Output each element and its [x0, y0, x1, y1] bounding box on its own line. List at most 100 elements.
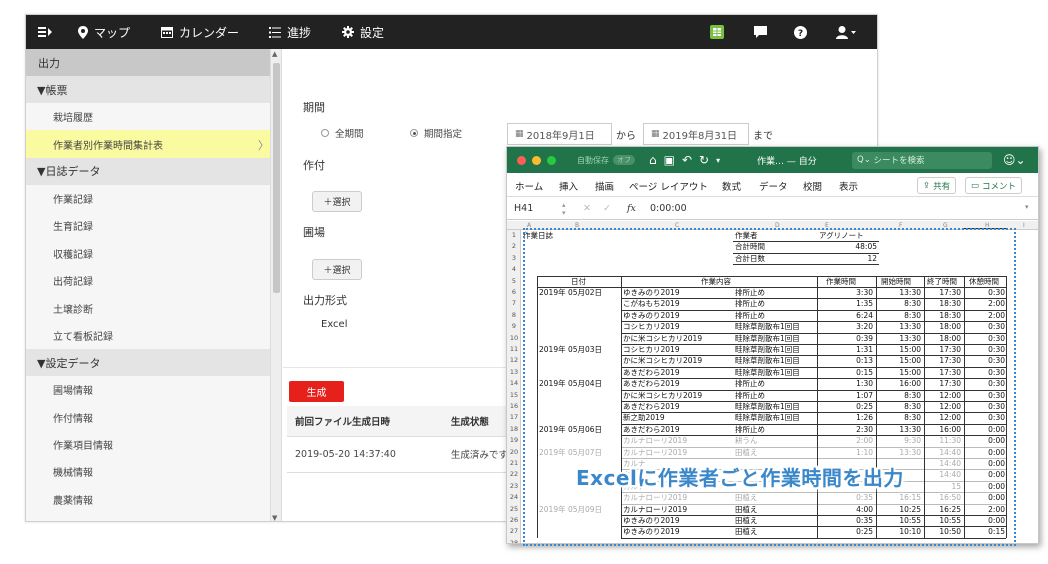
nav-map[interactable]: マップ	[78, 15, 130, 49]
row-number[interactable]: 23	[507, 482, 521, 490]
nav-progress[interactable]: 進捗	[269, 15, 311, 49]
row-number[interactable]: 12	[507, 356, 521, 364]
scrollbar-thumb[interactable]	[273, 63, 280, 293]
row-number[interactable]: 16	[507, 402, 521, 410]
row-number[interactable]: 11	[507, 345, 521, 353]
tab-draw[interactable]: 描画	[595, 179, 614, 193]
enter-icon[interactable]: ✓	[603, 203, 611, 214]
row-number[interactable]: 19	[507, 436, 521, 444]
date-to-value: 2019年8月31日	[662, 130, 738, 142]
row-number[interactable]: 7	[507, 299, 521, 307]
formula-input[interactable]: 0:00:00	[650, 203, 687, 214]
scroll-up-icon[interactable]: ▲	[272, 50, 277, 58]
sidebar-section-settings-data[interactable]: ▼設定データ	[26, 349, 281, 377]
nav-settings[interactable]: 設定	[342, 15, 384, 49]
autosave-toggle[interactable]: 自動保存 オフ	[577, 147, 635, 173]
field-select-button[interactable]: ＋選択	[312, 259, 362, 280]
redo-icon[interactable]: ↻	[699, 153, 709, 167]
maximize-window-icon[interactable]	[547, 156, 556, 165]
column-header[interactable]: I	[1023, 222, 1025, 229]
scroll-down-icon[interactable]: ▼	[272, 514, 277, 521]
sidebar-item-worker-time-report[interactable]: 作業者別作業時間集計表 〉	[26, 130, 281, 158]
tab-home[interactable]: ホーム	[515, 179, 543, 193]
sidebar-scrollbar[interactable]: ▲ ▼	[270, 49, 281, 521]
nav-calendar[interactable]: カレンダー	[161, 15, 239, 49]
radio-all-period[interactable]: 全期間	[321, 126, 364, 140]
comment-button[interactable]: ▭ コメント	[965, 177, 1023, 194]
row-number[interactable]: 13	[507, 368, 521, 376]
tab-formulas[interactable]: 数式	[722, 179, 741, 193]
home-icon[interactable]: ⌂	[649, 153, 657, 167]
row-number[interactable]: 4	[507, 265, 521, 273]
row-number[interactable]: 9	[507, 322, 521, 330]
tab-view[interactable]: 表示	[839, 179, 858, 193]
row-number[interactable]: 2	[507, 242, 521, 250]
feedback-icon[interactable]: ☺⌄	[1003, 147, 1026, 173]
search-placeholder: シートを検索	[873, 156, 925, 166]
row-number[interactable]: 6	[507, 288, 521, 296]
row-number[interactable]: 24	[507, 493, 521, 501]
row-number[interactable]: 26	[507, 516, 521, 524]
date-from-input[interactable]: ▦ 2018年9月1日	[507, 123, 612, 145]
generate-button[interactable]: 生成	[289, 381, 344, 402]
tab-review[interactable]: 校閲	[803, 179, 822, 193]
sidebar-item-label: 土壌診断	[53, 304, 93, 316]
row-number[interactable]: 10	[507, 334, 521, 342]
tab-data[interactable]: データ	[759, 179, 788, 193]
close-window-icon[interactable]	[517, 156, 526, 165]
sidebar-section-reports[interactable]: ▼帳票	[26, 76, 281, 103]
sidebar-item-signboard-records[interactable]: 立て看板記録	[26, 322, 281, 349]
row-number[interactable]: 17	[507, 413, 521, 421]
field-label: 圃場	[303, 226, 325, 239]
date-to-input[interactable]: ▦ 2019年8月31日	[643, 123, 749, 145]
help-button[interactable]: ?	[794, 15, 807, 49]
row-number[interactable]: 27	[507, 527, 521, 535]
spreadsheet-button[interactable]	[710, 15, 724, 49]
sidebar-item-shipping-records[interactable]: 出荷記録	[26, 267, 281, 294]
save-icon[interactable]: ▣	[664, 153, 675, 167]
sidebar-item-work-item-info[interactable]: 作業項目情報	[26, 431, 281, 458]
radio-date-range[interactable]: 期間指定	[410, 126, 462, 140]
excel-title-bar: 自動保存 オフ ⌂ ▣ ↶ ↻ ▾ 作業… — 自分 Q⌄ シートを検索 ☺⌄	[507, 147, 1038, 173]
minimize-window-icon[interactable]	[532, 156, 541, 165]
row-number[interactable]: 20	[507, 448, 521, 456]
share-button[interactable]: ⇪ 共有	[917, 177, 957, 194]
row-number[interactable]: 15	[507, 391, 521, 399]
cancel-icon[interactable]: ✕	[583, 203, 591, 214]
sidebar-item-crop-info[interactable]: 作付情報	[26, 404, 281, 431]
tab-insert[interactable]: 挿入	[559, 179, 578, 193]
sidebar-item-harvest-records[interactable]: 収穫記録	[26, 240, 281, 267]
sidebar-item-soil-diagnosis[interactable]: 土壌診断	[26, 294, 281, 321]
sidebar-item-pesticide-info[interactable]: 農薬情報	[26, 486, 281, 513]
chat-button[interactable]	[754, 15, 767, 49]
expand-formula-icon[interactable]: ▾	[1025, 203, 1029, 211]
name-box-stepper-icon[interactable]: ▴ ▾	[562, 201, 566, 217]
name-box[interactable]: H41	[514, 203, 533, 214]
customize-icon[interactable]: ▾	[716, 156, 720, 165]
user-menu-button[interactable]	[836, 15, 856, 49]
row-number[interactable]: 3	[507, 254, 521, 262]
sidebar-item-machine-info[interactable]: 機械情報	[26, 458, 281, 485]
sidebar-item-cultivation-history[interactable]: 栽培履歴	[26, 103, 281, 130]
row-number[interactable]: 1	[507, 231, 521, 239]
sidebar-section-journal-data[interactable]: ▼日誌データ	[26, 157, 281, 185]
undo-icon[interactable]: ↶	[682, 153, 692, 167]
row-headers: 1 2 3 4 5 6 7 8 9 10 11 12 13 14 15 16 17 18 19 20 21 22 23 24 2…	[507, 230, 521, 543]
row-number[interactable]: 8	[507, 311, 521, 319]
row-number[interactable]: 25	[507, 505, 521, 513]
row-number[interactable]: 5	[507, 277, 521, 285]
row-number[interactable]: 21	[507, 459, 521, 467]
sidebar-item-growth-records[interactable]: 生育記録	[26, 212, 281, 239]
sidebar-item-field-info[interactable]: 圃場情報	[26, 376, 281, 403]
crop-select-button[interactable]: ＋選択	[312, 191, 362, 212]
sidebar-item-work-records[interactable]: 作業記録	[26, 185, 281, 212]
sidebar-toggle-button[interactable]	[38, 15, 52, 49]
row-number[interactable]: 28	[507, 539, 521, 543]
row-number[interactable]: 22	[507, 470, 521, 478]
row-number[interactable]: 18	[507, 425, 521, 433]
sheet-search[interactable]: Q⌄ シートを検索	[852, 147, 992, 173]
sidebar-item-label: 作業者別作業時間集計表	[53, 140, 163, 152]
row-number[interactable]: 14	[507, 379, 521, 387]
tab-page-layout[interactable]: ページ レイアウト	[629, 179, 708, 193]
function-icon[interactable]: fx	[627, 203, 636, 214]
